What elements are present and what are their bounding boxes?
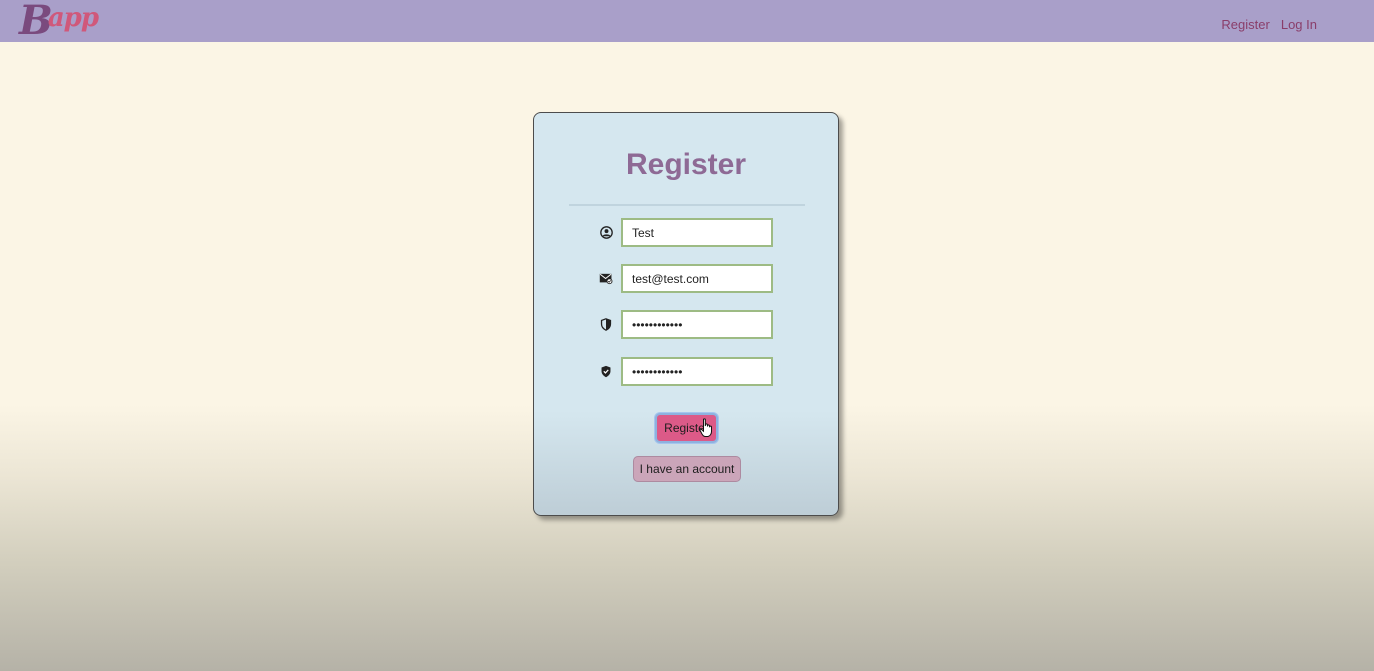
password-row (598, 310, 773, 339)
title-divider (569, 204, 805, 206)
confirm-password-row (598, 357, 773, 386)
nav-login-link[interactable]: Log In (1281, 17, 1317, 32)
app-logo[interactable]: B app (19, 0, 99, 44)
confirm-password-input[interactable] (621, 357, 773, 386)
email-row (598, 264, 773, 293)
username-input[interactable] (621, 218, 773, 247)
envelope-icon (598, 271, 614, 287)
shield-check-icon (598, 364, 614, 380)
shield-icon (598, 317, 614, 333)
have-account-button[interactable]: I have an account (633, 456, 741, 482)
logo-letter: B (19, 0, 53, 44)
top-navbar: B app Register Log In (0, 0, 1374, 42)
user-circle-icon (598, 225, 614, 241)
nav-register-link[interactable]: Register (1221, 17, 1269, 32)
nav-links: Register Log In (1221, 17, 1317, 32)
password-input[interactable] (621, 310, 773, 339)
register-card: Register Test test@test.com Register I h… (533, 112, 839, 516)
email-input[interactable] (621, 264, 773, 293)
username-row (598, 218, 773, 247)
form-title: Register (625, 148, 747, 181)
register-button[interactable]: Register (655, 413, 718, 443)
logo-text: app (47, 3, 99, 33)
